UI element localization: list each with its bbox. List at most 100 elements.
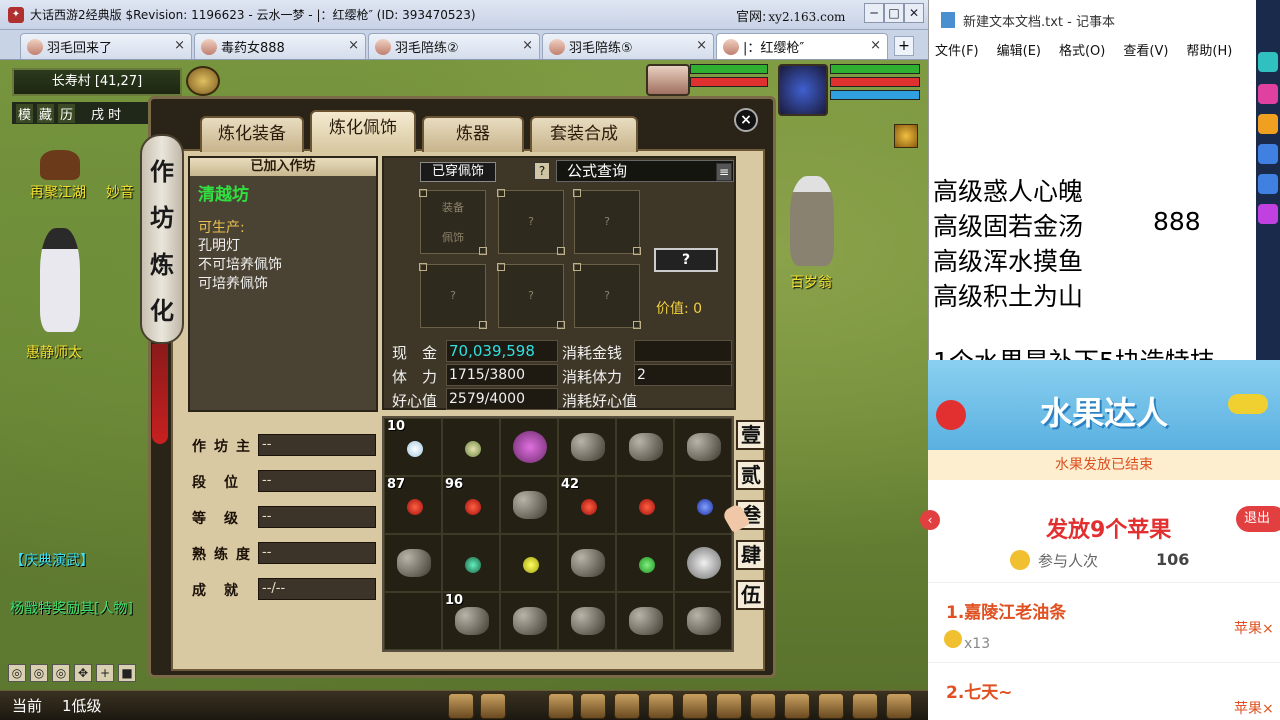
menu-view[interactable]: 查看(V) — [1123, 40, 1168, 62]
minimap-icon[interactable] — [186, 66, 220, 96]
tab-close-icon[interactable]: × — [696, 38, 707, 53]
mount-icon[interactable] — [750, 693, 776, 719]
pet-portrait[interactable] — [646, 64, 690, 96]
tab-character-2[interactable]: 毒药女888 × — [194, 33, 366, 59]
menu-edit[interactable]: 编辑(E) — [997, 40, 1041, 62]
friends-icon[interactable] — [784, 693, 810, 719]
note-line[interactable]: 高级浑水摸鱼 — [933, 242, 1083, 278]
channel-label[interactable]: 当前 — [12, 695, 42, 716]
inventory-slot[interactable] — [616, 534, 674, 592]
chat-control-button[interactable]: ◎ — [30, 664, 48, 682]
note-line[interactable]: 高级固若金汤 — [933, 207, 1083, 243]
inventory-slot[interactable] — [558, 534, 616, 592]
inventory-slot[interactable] — [616, 592, 674, 650]
maximize-button[interactable]: □ — [884, 3, 904, 23]
inventory-slot[interactable] — [674, 534, 732, 592]
add-tab-button[interactable]: + — [894, 36, 914, 56]
hud-button[interactable]: 藏 — [37, 103, 55, 123]
material-slot[interactable]: ? — [497, 189, 565, 255]
character-icon[interactable] — [548, 693, 574, 719]
bag-icon[interactable] — [580, 693, 606, 719]
tab-close-icon[interactable]: × — [522, 38, 533, 53]
npc-figure[interactable] — [40, 228, 80, 332]
npc-name-label[interactable]: 百岁翁 — [790, 272, 832, 292]
inventory-slot[interactable]: 42 — [558, 476, 616, 534]
note-line-partial[interactable]: 1个水果是补下5块造特技 — [933, 342, 1253, 360]
tab-close-icon[interactable]: × — [870, 38, 881, 53]
inventory-slot[interactable] — [616, 418, 674, 476]
buff-icon[interactable] — [894, 124, 918, 148]
page-button-4[interactable]: 肆 — [736, 540, 766, 570]
left-arrow-icon[interactable]: ‹ — [920, 510, 940, 530]
material-slot[interactable]: ? — [573, 263, 641, 329]
page-button-1[interactable]: 壹 — [736, 420, 766, 450]
npc-name-label[interactable]: 妙音 — [106, 182, 134, 202]
site-url[interactable]: xy2.163.com — [768, 10, 845, 24]
panel-close-button[interactable]: × — [734, 108, 758, 132]
app-icon[interactable] — [1258, 52, 1278, 72]
book-icon[interactable] — [614, 693, 640, 719]
close-window-button[interactable]: ✕ — [904, 3, 924, 23]
note-number[interactable]: 888 — [1153, 207, 1201, 236]
chat-control-button[interactable]: ■ — [118, 664, 136, 682]
inventory-slot[interactable] — [674, 418, 732, 476]
inventory-slot[interactable]: 87 — [384, 476, 442, 534]
worn-accessory-button[interactable]: 已穿佩饰 — [420, 162, 496, 182]
help-icon[interactable] — [852, 693, 878, 719]
equip-slot-main[interactable]: 装备 佩饰 — [419, 189, 487, 255]
menu-file[interactable]: 文件(F) — [935, 40, 979, 62]
inventory-slot[interactable]: 96 — [442, 476, 500, 534]
system-icon[interactable] — [886, 693, 912, 719]
inventory-slot[interactable] — [616, 476, 674, 534]
emote-icon[interactable] — [448, 693, 474, 719]
taiji-icon[interactable] — [716, 693, 742, 719]
official-site[interactable]: 官网: xy2.163.com — [736, 6, 845, 25]
inventory-slot[interactable] — [384, 534, 442, 592]
exit-button[interactable]: 退出 — [1236, 506, 1280, 532]
chat-control-button[interactable]: ◎ — [52, 664, 70, 682]
inventory-slot[interactable] — [442, 534, 500, 592]
weapons-icon[interactable] — [648, 693, 674, 719]
app-icon[interactable] — [1258, 144, 1278, 164]
app-icon[interactable] — [1258, 84, 1278, 104]
chat-control-button[interactable]: ✥ — [74, 664, 92, 682]
chat-control-button[interactable]: ◎ — [8, 664, 26, 682]
minimize-button[interactable]: ─ — [864, 3, 884, 23]
app-icon[interactable] — [1258, 204, 1278, 224]
tab-close-icon[interactable]: × — [348, 38, 359, 53]
npc-name-label[interactable]: 再聚江湖 — [30, 182, 86, 202]
material-slot[interactable]: ? — [419, 263, 487, 329]
player-portrait[interactable] — [778, 64, 828, 116]
menu-format[interactable]: 格式(O) — [1059, 40, 1105, 62]
tab-character-4[interactable]: 羽毛陪练⑤ × — [542, 33, 714, 59]
treasure-box[interactable] — [40, 150, 80, 180]
quest-icon[interactable] — [682, 693, 708, 719]
inventory-slot[interactable] — [500, 592, 558, 650]
tab-character-5[interactable]: |：红缨枪″ × — [716, 33, 888, 59]
menu-help[interactable]: 帮助(H) — [1186, 40, 1232, 62]
location-bar[interactable]: 长寿村 [41,27] — [12, 68, 182, 96]
material-slot[interactable]: ? — [573, 189, 641, 255]
note-line[interactable]: 高级积土为山 — [933, 277, 1083, 313]
chat-control-button[interactable]: + — [96, 664, 114, 682]
inventory-slot[interactable]: 10 — [384, 418, 442, 476]
inventory-slot[interactable] — [674, 476, 732, 534]
inventory-slot[interactable] — [500, 476, 558, 534]
material-slot[interactable]: ? — [497, 263, 565, 329]
result-preview[interactable]: ? — [654, 248, 718, 272]
inventory-slot[interactable] — [500, 534, 558, 592]
npc-figure[interactable] — [790, 176, 834, 266]
tab-set-synthesis[interactable]: 套装合成 — [530, 116, 638, 152]
page-button-5[interactable]: 伍 — [736, 580, 766, 610]
inventory-slot[interactable] — [674, 592, 732, 650]
app-icon[interactable] — [1258, 174, 1278, 194]
inventory-slot[interactable] — [558, 592, 616, 650]
app-icon[interactable] — [1258, 114, 1278, 134]
tab-character-3[interactable]: 羽毛陪练② × — [368, 33, 540, 59]
note-line[interactable]: 高级惑人心魄 — [933, 172, 1083, 208]
tab-character-1[interactable]: 羽毛回来了 × — [20, 33, 192, 59]
formula-query[interactable]: 公式查询 — [556, 160, 734, 182]
hud-button[interactable]: 历 — [58, 103, 76, 123]
inventory-slot[interactable] — [558, 418, 616, 476]
inventory-slot[interactable] — [384, 592, 442, 650]
